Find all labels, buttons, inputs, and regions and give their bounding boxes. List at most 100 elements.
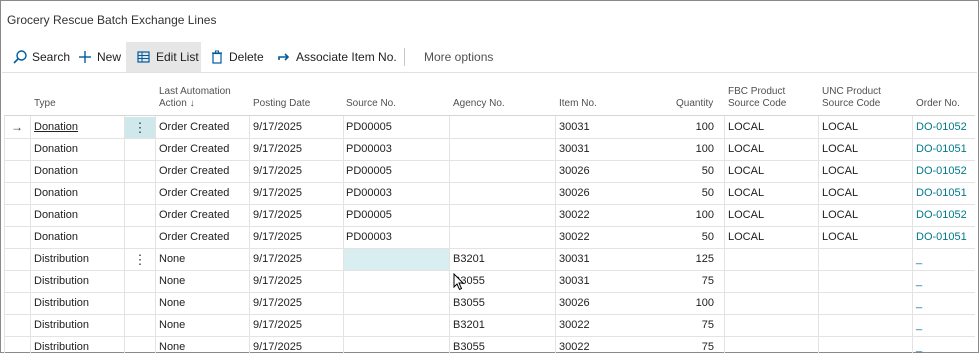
cell-unc <box>822 315 912 336</box>
cell-fbc <box>728 249 818 270</box>
row-actions-icon[interactable]: ⋮ <box>125 249 155 270</box>
delete-button[interactable]: Delete <box>209 42 264 72</box>
cell-order[interactable]: DO-01052 <box>916 117 976 138</box>
cell-source: PD00003 <box>346 143 392 155</box>
mouse-cursor-icon <box>453 273 465 291</box>
cell-agency <box>453 161 553 182</box>
table-row[interactable]: → ⋮ Donation Order Created 9/17/2025 PD00005 3… <box>4 117 975 139</box>
cell-source: PD00003 <box>346 187 392 199</box>
current-row-arrow-icon: → <box>11 120 23 134</box>
cell-type: Donation <box>34 187 79 199</box>
col-last-automation-action[interactable]: Last Automation Action ↓ <box>159 86 231 110</box>
table-row[interactable]: ⋮ Distribution None 9/17/2025 B3201 30031 125 _ <box>4 249 975 271</box>
row-actions-icon[interactable]: ⋮ <box>125 117 155 138</box>
associate-item-button[interactable]: Associate Item No. <box>276 42 397 72</box>
cell-date: 9/17/2025 <box>253 275 302 287</box>
cell-order[interactable]: _ <box>916 249 976 270</box>
cell-action: Order Created <box>159 121 230 133</box>
col-unc-source-code[interactable]: UNC Product Source Code <box>822 86 881 110</box>
more-options-button[interactable]: More options <box>424 42 493 72</box>
cell-date: 9/17/2025 <box>253 209 302 221</box>
cell-action: Order Created <box>159 165 230 177</box>
cell-unc: LOCAL <box>822 209 859 221</box>
cell-agency <box>453 117 553 138</box>
cell-qty: 100 <box>695 121 714 133</box>
cell-source <box>346 293 446 314</box>
cell-type: Distribution <box>34 253 90 265</box>
table-row[interactable]: Distribution None 9/17/2025 B3055 30031 75 _ <box>4 271 975 293</box>
cell-type: Donation <box>34 231 79 243</box>
cell-order[interactable]: DO-01051 <box>916 227 976 248</box>
col-quantity[interactable]: Quantity <box>676 98 713 110</box>
cell-agency <box>453 183 553 204</box>
table-row[interactable]: Distribution None 9/17/2025 B3055 30026 100 _ <box>4 293 975 315</box>
table-row[interactable]: Donation Order Created 9/17/2025 PD00003 300… <box>4 183 975 205</box>
arrow-right-icon <box>278 53 290 61</box>
col-agency-no[interactable]: Agency No. <box>453 98 505 110</box>
cell-order[interactable]: DO-01052 <box>916 205 976 226</box>
cell-unc: LOCAL <box>822 121 859 133</box>
cell-order[interactable]: DO-01051 <box>916 139 976 160</box>
cell-fbc: LOCAL <box>728 187 765 199</box>
cell-date: 9/17/2025 <box>253 143 302 155</box>
action-bar: Search New Edit List Delete Associate It… <box>2 42 977 73</box>
cell-fbc <box>728 315 818 336</box>
cell-order[interactable]: _ <box>916 315 976 336</box>
cell-qty: 50 <box>701 231 714 243</box>
cell-date: 9/17/2025 <box>253 319 302 331</box>
grid-column-divider <box>4 116 5 353</box>
plus-icon <box>79 51 91 63</box>
cell-type: Distribution <box>34 341 90 353</box>
cell-unc: LOCAL <box>822 187 859 199</box>
grid-column-divider <box>818 116 819 353</box>
new-button[interactable]: New <box>77 42 121 72</box>
cell-order[interactable]: DO-01052 <box>916 161 976 182</box>
col-source-no[interactable]: Source No. <box>346 98 396 110</box>
cell-qty: 100 <box>695 209 714 221</box>
grid-column-divider <box>724 116 725 353</box>
cell-action: None <box>159 297 186 309</box>
cell-action: Order Created <box>159 187 230 199</box>
grid-column-divider <box>555 116 556 353</box>
cell-type: Donation <box>34 165 79 177</box>
grid-column-divider <box>249 116 250 353</box>
col-posting-date[interactable]: Posting Date <box>253 98 310 110</box>
cell-type: Distribution <box>34 275 90 287</box>
col-order-no[interactable]: Order No. <box>916 98 960 110</box>
cell-source <box>346 337 446 353</box>
cell-type: Donation <box>34 209 79 221</box>
col-type[interactable]: Type <box>34 98 56 110</box>
cell-source <box>346 271 446 292</box>
cell-order[interactable]: _ <box>916 293 976 314</box>
cell-order[interactable]: _ <box>916 337 976 353</box>
table-row[interactable]: Donation Order Created 9/17/2025 PD00005 300… <box>4 161 975 183</box>
cell-agency: B3055 <box>453 275 485 287</box>
cell-unc: LOCAL <box>822 143 859 155</box>
cell-qty: 50 <box>701 187 714 199</box>
grid-column-divider <box>912 116 913 353</box>
table-row[interactable]: Donation Order Created 9/17/2025 PD00003 300… <box>4 227 975 249</box>
table-row[interactable]: Donation Order Created 9/17/2025 PD00005 300… <box>4 205 975 227</box>
cell-qty: 100 <box>695 143 714 155</box>
edit-list-icon <box>137 51 150 63</box>
title-bar: Grocery Rescue Batch Exchange Lines <box>2 2 977 40</box>
cell-type: Donation <box>34 121 79 133</box>
associate-item-label: Associate Item No. <box>296 50 397 64</box>
table-row[interactable]: Donation Order Created 9/17/2025 PD00003 300… <box>4 139 975 161</box>
search-button[interactable]: Search <box>12 42 70 72</box>
col-item-no[interactable]: Item No. <box>559 98 597 110</box>
cell-unc <box>822 293 912 314</box>
cell-fbc <box>728 271 818 292</box>
delete-label: Delete <box>229 50 264 64</box>
cell-order[interactable]: DO-01051 <box>916 183 976 204</box>
cell-source: PD00005 <box>346 165 392 177</box>
edit-list-button[interactable]: Edit List <box>126 42 201 72</box>
cell-order[interactable]: _ <box>916 271 976 292</box>
table-row[interactable]: Distribution None 9/17/2025 B3055 30022 75 _ <box>4 337 975 353</box>
grid-column-divider <box>343 116 344 353</box>
col-fbc-source-code[interactable]: FBC Product Source Code <box>728 86 786 110</box>
edit-list-label: Edit List <box>156 50 199 64</box>
cell-action: None <box>159 253 186 265</box>
page-title: Grocery Rescue Batch Exchange Lines <box>7 13 217 27</box>
table-row[interactable]: Distribution None 9/17/2025 B3201 30022 75 _ <box>4 315 975 337</box>
